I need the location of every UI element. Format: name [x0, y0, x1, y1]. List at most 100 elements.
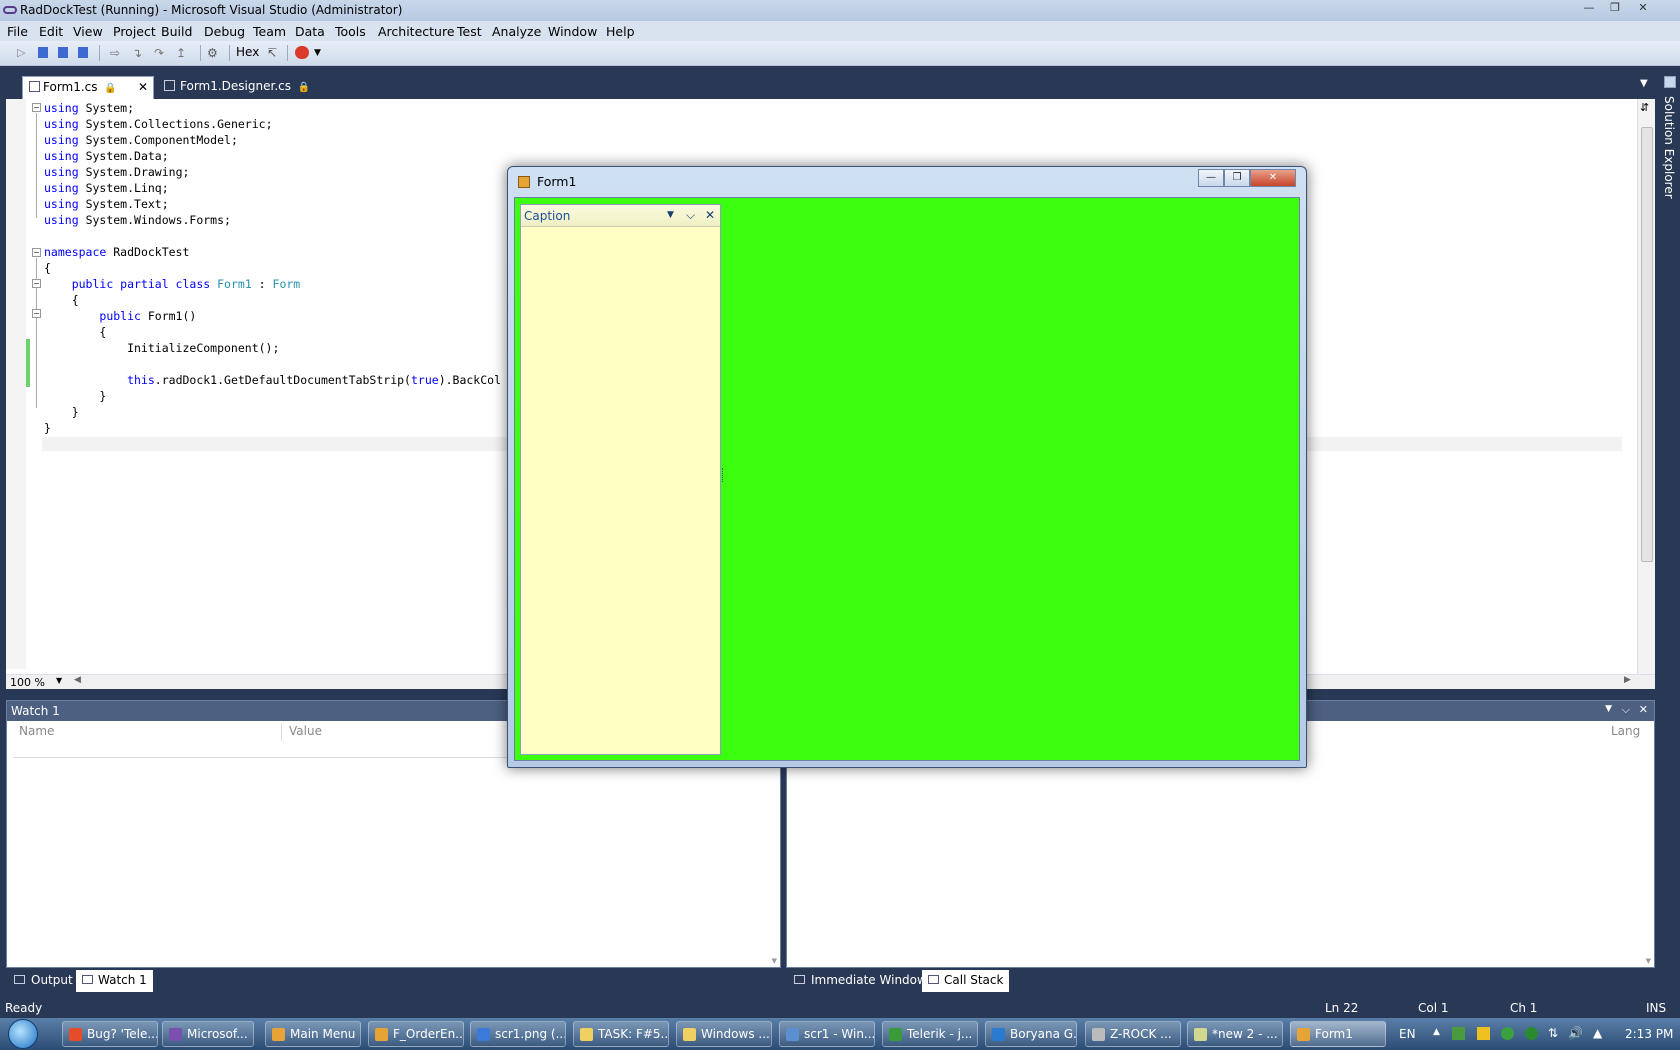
taskbar-item[interactable]: Bug? 'Tele...	[62, 1021, 158, 1047]
tab-form1-designer-cs[interactable]: Form1.Designer.cs 🔒	[158, 76, 328, 99]
scroll-down-icon[interactable]: ▼	[772, 957, 777, 965]
chevron-down-icon[interactable]: ▼	[56, 676, 62, 685]
code-line: using System.Drawing;	[44, 165, 190, 179]
form1-window[interactable]: Form1 — ❐ ✕ Caption ▼ ⌵ ✕	[507, 166, 1307, 768]
notepad-icon	[1194, 1028, 1207, 1041]
taskbar-item[interactable]: F_OrderEn...	[368, 1021, 464, 1047]
menu-data[interactable]: Data	[295, 24, 325, 39]
show-next-statement-icon[interactable]: ⇨	[110, 46, 124, 60]
close-button[interactable]: ✕	[1632, 1, 1654, 17]
close-icon[interactable]: ✕	[1639, 703, 1648, 716]
volume-icon[interactable]: 🔊	[1568, 1026, 1583, 1040]
show-threads-icon[interactable]: ↸	[267, 46, 281, 60]
step-out-icon[interactable]: ↥	[176, 46, 190, 60]
menu-project[interactable]: Project	[113, 24, 156, 39]
step-over-icon[interactable]: ↷	[154, 46, 168, 60]
menu-tools[interactable]: Tools	[335, 24, 366, 39]
chevron-down-icon[interactable]: ▼	[1640, 78, 1648, 89]
chevron-down-icon[interactable]: ▼	[314, 48, 328, 61]
minimize-button[interactable]: —	[1578, 1, 1600, 17]
taskbar-item[interactable]: Main Menu	[265, 1021, 361, 1047]
collapse-icon[interactable]: −	[32, 279, 41, 288]
tray-app-icon[interactable]	[1525, 1027, 1538, 1040]
collapse-icon[interactable]: −	[32, 248, 41, 257]
taskbar-item[interactable]: Form1	[1290, 1021, 1386, 1047]
menu-file[interactable]: File	[7, 24, 28, 39]
alien-icon[interactable]: ▲	[1593, 1026, 1602, 1040]
form-close-button[interactable]: ✕	[1250, 169, 1296, 187]
chevron-down-icon[interactable]: ▼	[667, 210, 674, 220]
pin-icon[interactable]: ⌵	[686, 208, 695, 223]
form-maximize-button[interactable]: ❐	[1224, 169, 1250, 187]
taskbar-item[interactable]: Z-ROCK ...	[1085, 1021, 1181, 1047]
tab-output[interactable]: Output	[8, 970, 79, 992]
split-handle-icon[interactable]: ⇵	[1640, 101, 1649, 114]
scrollbar-thumb[interactable]	[1641, 127, 1653, 562]
menu-team[interactable]: Team	[253, 24, 286, 39]
tray-app-icon[interactable]	[1477, 1027, 1490, 1040]
column-header-language[interactable]: Lang	[1605, 723, 1640, 741]
collapse-icon[interactable]: −	[32, 103, 41, 112]
tool-window-caption-bar[interactable]: Caption ▼ ⌵ ✕	[521, 205, 720, 227]
restart-icon[interactable]	[78, 47, 88, 58]
menu-help[interactable]: Help	[606, 24, 635, 39]
taskbar-item[interactable]: Windows ...	[676, 1021, 772, 1047]
menu-view[interactable]: View	[73, 24, 103, 39]
dock-tool-window[interactable]: Caption ▼ ⌵ ✕	[520, 204, 721, 755]
code-line: namespace RadDockTest	[44, 245, 190, 259]
close-icon[interactable]: ✕	[705, 208, 715, 222]
step-into-icon[interactable]: ↴	[132, 46, 146, 60]
taskbar-item[interactable]: scr1 - Win...	[779, 1021, 875, 1047]
menu-edit[interactable]: Edit	[39, 24, 63, 39]
taskbar-item[interactable]: Boryana G...	[985, 1021, 1077, 1047]
code-line: {	[44, 325, 107, 339]
column-header-name[interactable]: Name	[13, 723, 282, 741]
show-hidden-icons-icon[interactable]: ▲	[1433, 1027, 1440, 1037]
maximize-button[interactable]: ❐	[1604, 1, 1626, 17]
tab-call-stack[interactable]: Call Stack	[922, 970, 1010, 992]
tab-form1-cs[interactable]: Form1.cs 🔒 ✕	[22, 76, 154, 99]
scroll-down-icon[interactable]: ▼	[1646, 957, 1651, 965]
menu-analyze[interactable]: Analyze	[492, 24, 541, 39]
solution-explorer-tab[interactable]: Solution Explorer	[1662, 96, 1676, 199]
taskbar-item[interactable]: Microsof...	[162, 1021, 254, 1047]
menu-architecture[interactable]: Architecture	[378, 24, 455, 39]
break-all-icon[interactable]	[38, 47, 48, 58]
pin-icon[interactable]: ⌵	[1622, 703, 1630, 717]
taskbar-item[interactable]: scr1.png (...	[470, 1021, 566, 1047]
menu-build[interactable]: Build	[161, 24, 192, 39]
scroll-right-icon[interactable]: ▶	[1624, 675, 1631, 685]
rad-dock-document-area[interactable]: Caption ▼ ⌵ ✕	[514, 197, 1300, 761]
menu-debug[interactable]: Debug	[204, 24, 245, 39]
code-line: using System;	[44, 101, 135, 115]
taskbar-item[interactable]: Telerik - j...	[882, 1021, 978, 1047]
zoom-level[interactable]: 100 %	[10, 676, 45, 689]
vertical-scrollbar[interactable]: ⇵	[1637, 99, 1655, 674]
scroll-left-icon[interactable]: ◀	[74, 675, 81, 685]
code-line: public partial class Form1 : Form	[71, 277, 301, 291]
stop-debugging-icon[interactable]	[58, 47, 68, 58]
network-icon[interactable]: ⇅	[1548, 1026, 1558, 1040]
clock[interactable]: 2:13 PM	[1625, 1027, 1673, 1041]
solution-explorer-icon[interactable]	[1664, 76, 1676, 88]
output-window-icon[interactable]	[295, 46, 309, 59]
continue-icon[interactable]: ▷	[17, 46, 31, 59]
language-indicator[interactable]: EN	[1399, 1027, 1416, 1041]
start-button[interactable]	[8, 1019, 38, 1049]
taskbar-item[interactable]: TASK: F#5...	[573, 1021, 669, 1047]
close-tab-icon[interactable]: ✕	[138, 80, 148, 94]
collapse-icon[interactable]: −	[32, 309, 41, 318]
hex-button[interactable]: Hex	[236, 45, 260, 59]
tab-watch-1[interactable]: Watch 1	[76, 970, 153, 992]
taskbar-item[interactable]: *new 2 - ...	[1187, 1021, 1283, 1047]
menu-window[interactable]: Window	[548, 24, 597, 39]
tab-immediate-window[interactable]: Immediate Window	[788, 970, 933, 992]
form-minimize-button[interactable]: —	[1198, 169, 1224, 187]
tray-app-icon[interactable]	[1452, 1027, 1465, 1040]
breakpoints-icon[interactable]: ⚙	[207, 46, 221, 60]
code-line: using System.Text;	[44, 197, 169, 211]
chevron-down-icon[interactable]: ▼	[1605, 704, 1612, 714]
menu-test[interactable]: Test	[457, 24, 482, 39]
splitter-handle[interactable]	[722, 468, 725, 482]
tray-app-icon[interactable]	[1501, 1027, 1514, 1040]
